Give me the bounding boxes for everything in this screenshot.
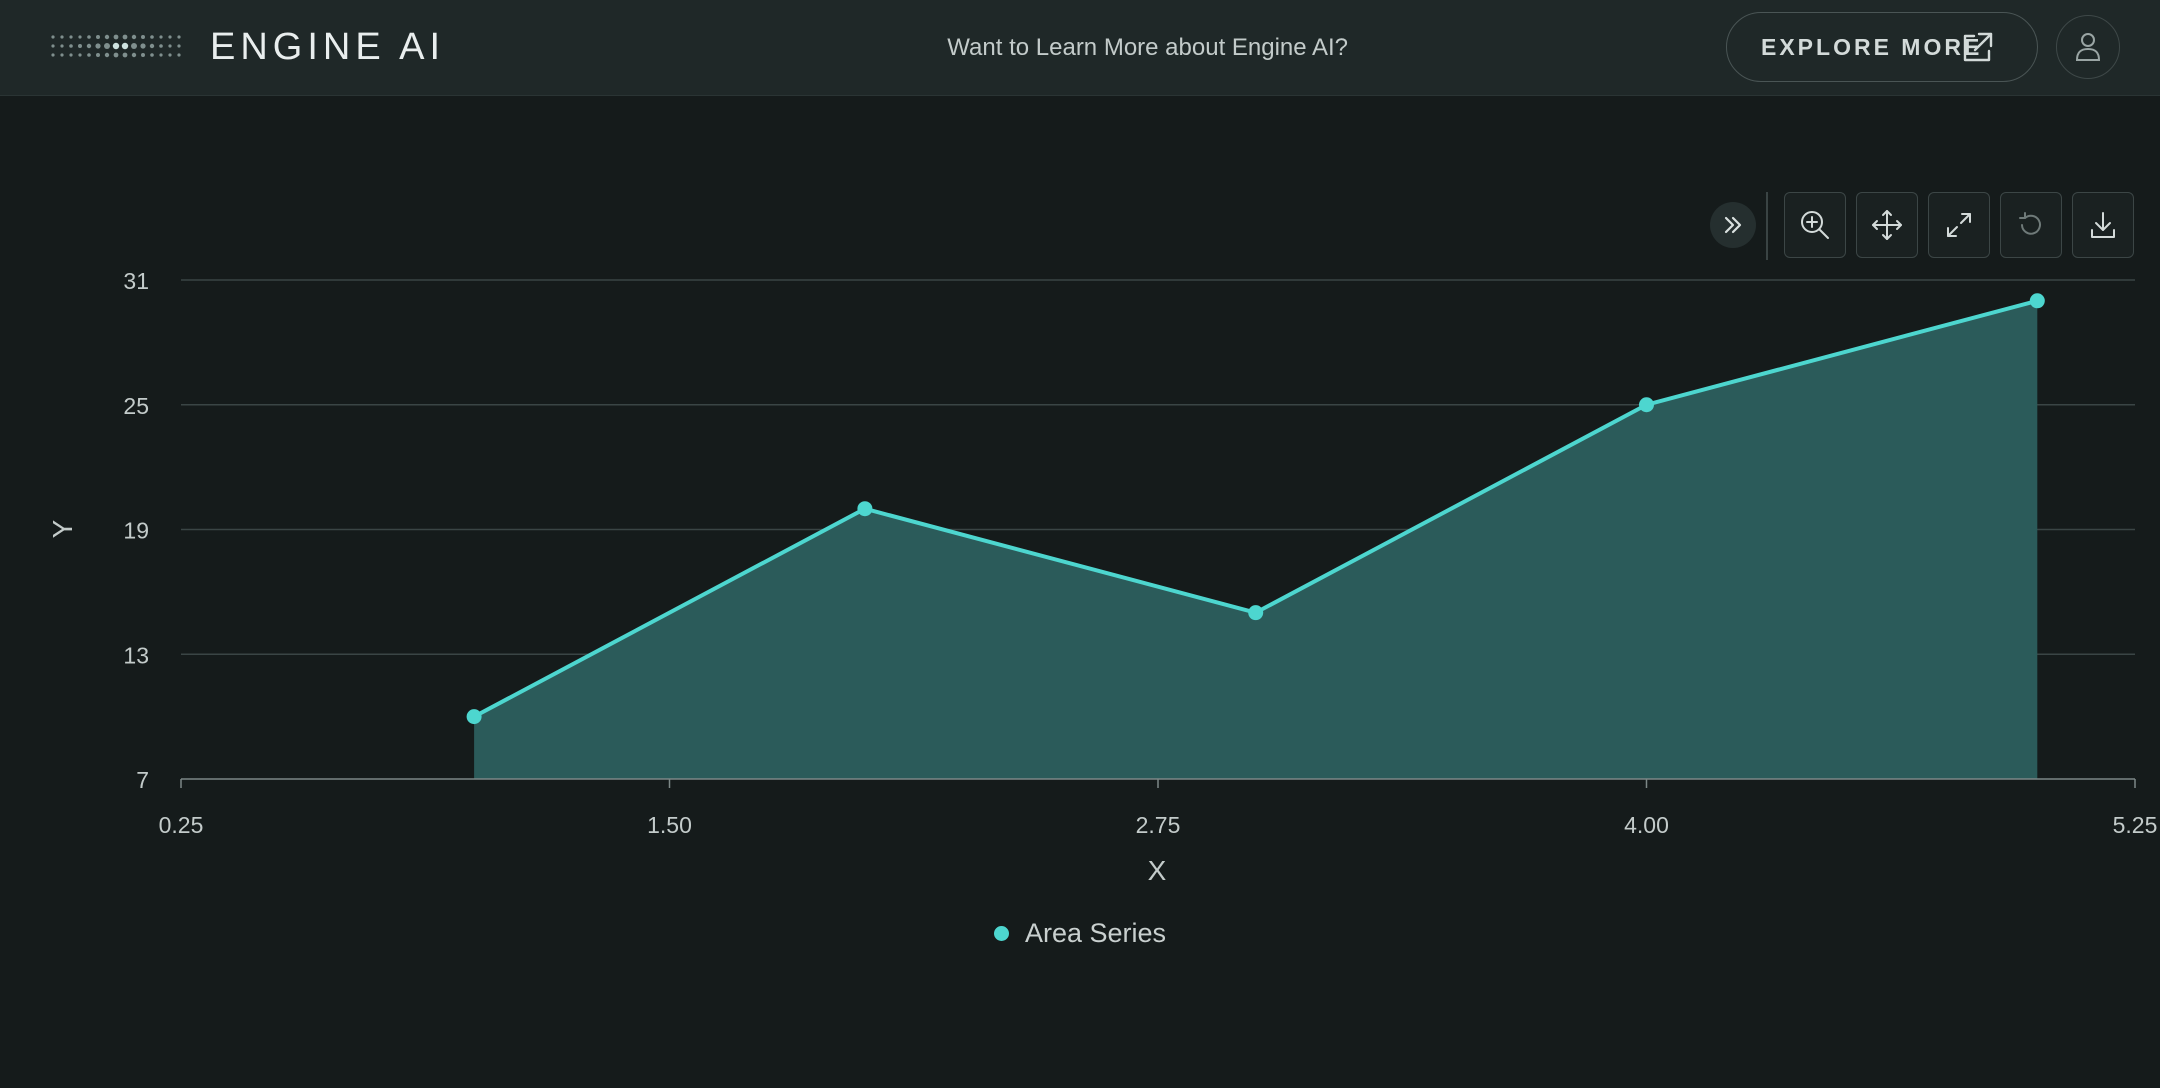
x-tick-label: 2.75 [1136,812,1181,838]
legend-label: Area Series [1024,918,1167,948]
y-axis-label: Y [47,519,78,538]
y-tick-label: 31 [123,268,149,294]
data-point[interactable] [466,709,482,725]
y-tick-label: 25 [123,393,149,419]
x-axis-ticks: 0.25 1.50 2.75 4.00 5.25 [159,779,2158,838]
data-point[interactable] [2029,293,2045,309]
x-tick-label: 5.25 [2113,812,2158,838]
data-point[interactable] [1639,397,1654,413]
x-tick-label: 0.25 [159,812,204,838]
area-series-fill [474,300,2038,779]
chart-legend[interactable]: Area Series [0,918,2160,949]
x-tick-label: 4.00 [1624,812,1669,838]
y-axis-ticks: 7 13 19 25 31 [123,268,149,793]
y-tick-label: 19 [123,518,149,544]
y-tick-label: 13 [123,642,149,668]
data-point[interactable] [1248,605,1264,621]
legend-marker [993,926,1009,941]
y-tick-label: 7 [136,767,149,793]
x-tick-label: 1.50 [647,812,692,838]
x-axis-label: X [1148,855,1167,886]
data-point[interactable] [857,501,873,517]
